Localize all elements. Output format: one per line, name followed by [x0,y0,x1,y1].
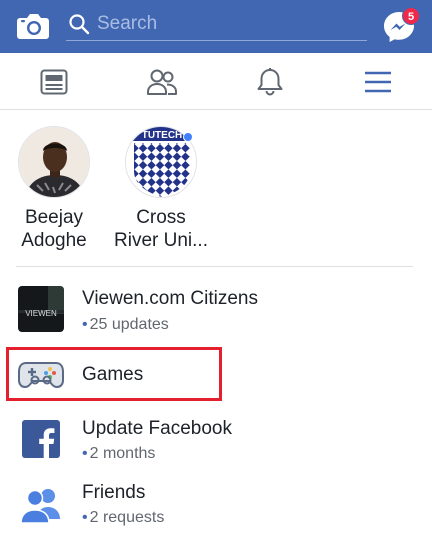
tab-friends[interactable] [108,53,216,110]
item-title: Friends [82,482,146,503]
item-subtitle: • 25 updates [82,316,169,333]
highlight-box [6,347,222,401]
tab-bar [0,53,432,110]
shortcut-group[interactable]: TUTECH Cross River Uni... [101,126,221,252]
shortcut-profile[interactable]: Beejay Adoghe [0,126,114,252]
list-item-update-facebook[interactable]: Update Facebook • 2 months [0,414,432,470]
shortcut-label-line2: Adoghe [21,230,87,251]
search-input[interactable] [97,9,357,39]
online-indicator [183,132,193,142]
divider [16,266,413,267]
tab-notifications[interactable] [216,53,324,110]
item-title: Viewen.com Citizens [82,288,259,309]
menu-icon [365,71,391,92]
list-item-friends[interactable]: Friends • 2 requests [0,480,432,536]
tab-news-feed[interactable] [0,53,108,110]
item-subtitle: • 2 requests [82,509,165,526]
camera-icon[interactable] [16,9,50,41]
top-bar: 5 [0,0,432,53]
list-item-viewen-citizens[interactable]: VIEWEN Viewen.com Citizens • 25 updates [0,284,432,340]
search-icon [68,13,90,35]
crest-text: TUTECH [142,130,183,141]
news-feed-icon [40,69,68,94]
friends-icon [18,483,64,529]
search-bar[interactable] [66,8,367,41]
shortcut-label-line1: Cross [136,207,186,228]
facebook-menu-screen: 5 [0,0,432,539]
thumbnail-text: VIEWEN [25,309,57,318]
shortcut-label-line2: River Uni... [114,230,208,251]
notification-badge: 5 [402,7,420,25]
facebook-logo-icon [18,416,64,462]
avatar [18,126,90,198]
bell-icon [257,67,283,95]
friends-icon [147,69,177,95]
tab-menu[interactable] [324,53,432,110]
group-thumbnail: VIEWEN [18,286,64,332]
item-title: Update Facebook [82,418,232,439]
messenger-button[interactable]: 5 [382,7,422,46]
shortcut-label-line1: Beejay [24,207,84,228]
item-subtitle: • 2 months [82,445,156,462]
